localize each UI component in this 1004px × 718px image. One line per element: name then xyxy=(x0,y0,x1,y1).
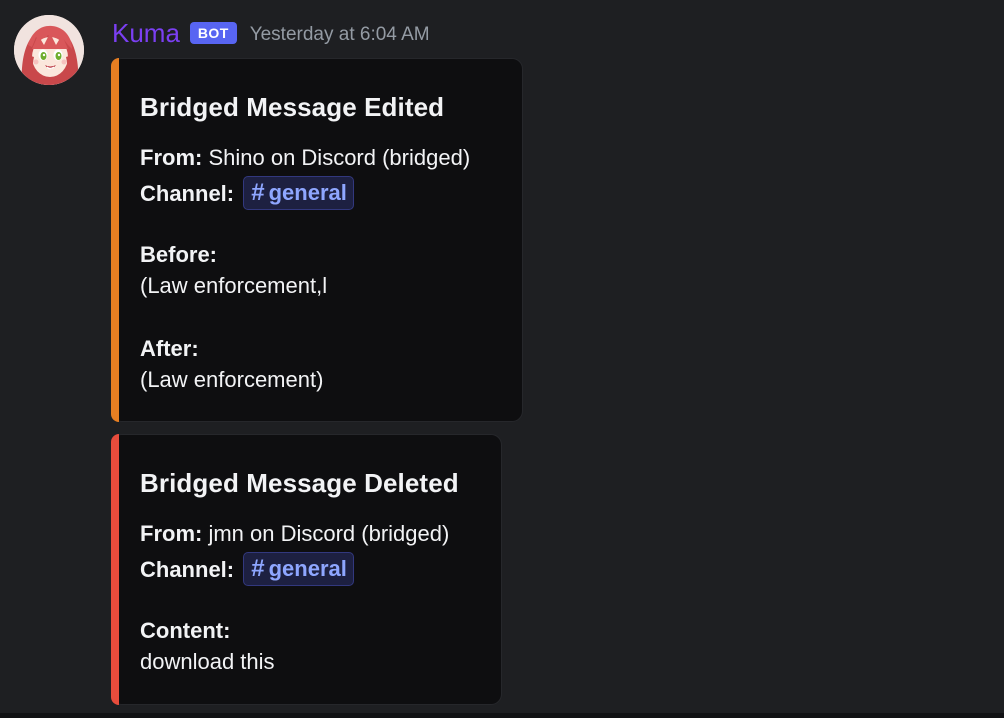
author-name[interactable]: Kuma xyxy=(112,16,180,50)
embed-message-edited: Bridged Message Edited From: Shino on Di… xyxy=(111,58,523,422)
embed-message-deleted: Bridged Message Deleted From: jmn on Dis… xyxy=(111,434,502,705)
content-value: download this xyxy=(140,649,275,674)
channel-label: Channel: xyxy=(140,180,235,206)
content-label: Content: xyxy=(140,618,231,643)
embed-channel-line: Channel: # general xyxy=(140,552,354,588)
channel-mention-general[interactable]: # general xyxy=(243,176,354,210)
embed-channel-line: Channel: # general xyxy=(140,176,354,212)
embed-accent-bar xyxy=(111,58,119,422)
hashtag-icon: # xyxy=(251,179,265,206)
channel-name: general xyxy=(268,180,347,205)
from-value: jmn on Discord (bridged) xyxy=(208,521,450,546)
channel-mention-general[interactable]: # general xyxy=(243,552,354,586)
after-value: (Law enforcement) xyxy=(140,367,324,392)
message-timestamp[interactable]: Yesterday at 6:04 AM xyxy=(250,18,430,52)
hashtag-icon: # xyxy=(251,555,265,582)
embed-title: Bridged Message Edited xyxy=(140,92,445,122)
after-label: After: xyxy=(140,336,199,361)
embed-from-line: From: Shino on Discord (bridged) xyxy=(140,145,470,171)
content-label-line: Content: xyxy=(140,618,230,644)
before-label-line: Before: xyxy=(140,242,217,268)
anime-girl-avatar-icon[interactable] xyxy=(14,15,84,85)
channel-label: Channel: xyxy=(140,556,235,582)
before-value: (Law enforcement,l xyxy=(140,273,328,298)
before-label: Before: xyxy=(140,242,218,267)
message-header: Kuma BOT Yesterday at 6:04 AM xyxy=(112,16,430,50)
bot-tag: BOT xyxy=(189,22,237,44)
embed-title: Bridged Message Deleted xyxy=(140,468,459,498)
from-label: From: xyxy=(140,145,203,170)
chat-divider xyxy=(0,713,1004,718)
embed-accent-bar xyxy=(111,434,119,705)
after-label-line: After: xyxy=(140,336,199,362)
from-value: Shino on Discord (bridged) xyxy=(208,145,471,170)
channel-name: general xyxy=(268,556,347,581)
from-label: From: xyxy=(140,521,203,546)
bot-message: Kuma BOT Yesterday at 6:04 AM Bridged Me… xyxy=(0,0,1004,718)
embed-from-line: From: jmn on Discord (bridged) xyxy=(140,521,449,547)
